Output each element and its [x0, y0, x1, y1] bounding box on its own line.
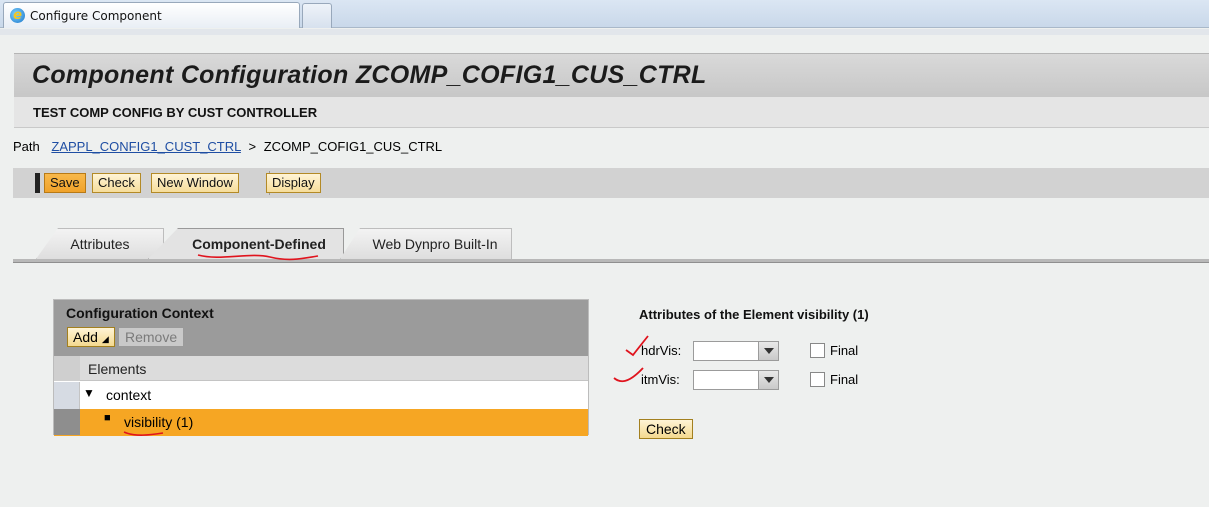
tree-node-label: visibility (1): [124, 414, 194, 430]
hdrvis-label: hdrVis:: [641, 343, 682, 358]
hdrvis-final-checkbox[interactable]: [810, 343, 825, 358]
tab-component-defined-label: Component-Defined: [192, 236, 326, 252]
browser-e-icon: e: [10, 8, 25, 23]
toolbar: Save Check New Window Display: [13, 168, 1209, 198]
configuration-context-panel: Configuration Context Add ◢ Remove Eleme…: [53, 299, 589, 436]
elements-column-label: Elements: [88, 361, 147, 377]
tab-underline-bar: [13, 259, 1209, 263]
new-tab-button[interactable]: [302, 3, 332, 28]
panel-header: Configuration Context Add ◢ Remove: [54, 300, 588, 356]
display-button[interactable]: Display: [266, 173, 321, 193]
tree-row-visibility[interactable]: ■ visibility (1): [54, 409, 588, 436]
itmvis-dropdown[interactable]: [693, 370, 779, 390]
hdrvis-dropdown[interactable]: [693, 341, 779, 361]
toolbar-grip: [35, 173, 40, 193]
itmvis-final-label: Final: [830, 372, 859, 387]
tab-web-dynpro-built-in-label: Web Dynpro Built-In: [372, 236, 498, 252]
tab-attributes-label: Attributes: [70, 236, 130, 252]
breadcrumb-link[interactable]: ZAPPL_CONFIG1_CUST_CTRL: [51, 139, 241, 154]
page-title: Component Configuration ZCOMP_COFIG1_CUS…: [32, 61, 707, 89]
breadcrumb: Path ZAPPL_CONFIG1_CUST_CTRL > ZCOMP_COF…: [13, 139, 442, 154]
add-menu-arrow-icon: ◢: [101, 334, 109, 344]
attributes-title: Attributes of the Element visibility (1): [639, 307, 869, 322]
breadcrumb-current: ZCOMP_COFIG1_CUS_CTRL: [263, 139, 443, 154]
panel-title: Configuration Context: [66, 305, 214, 321]
row-selector[interactable]: [54, 382, 80, 409]
hdrvis-final-label: Final: [830, 343, 859, 358]
tab-web-dynpro-built-in[interactable]: Web Dynpro Built-In: [340, 228, 512, 259]
new-window-button[interactable]: New Window: [151, 173, 239, 193]
tab-component-defined[interactable]: Component-Defined: [148, 228, 344, 259]
remove-button: Remove: [118, 327, 185, 347]
page-subtitle: TEST COMP CONFIG BY CUST CONTROLLER: [33, 105, 318, 120]
dropdown-arrow-icon[interactable]: [758, 342, 778, 360]
add-button[interactable]: Add ◢: [67, 327, 115, 347]
browser-tab-strip: e Configure Component: [0, 0, 1209, 28]
tab-attributes[interactable]: Attributes: [36, 228, 164, 259]
page-header: Component Configuration ZCOMP_COFIG1_CUS…: [14, 53, 1209, 97]
itmvis-final-checkbox[interactable]: [810, 372, 825, 387]
add-button-label: Add: [73, 329, 98, 345]
browser-tab[interactable]: e Configure Component: [3, 2, 300, 28]
save-button[interactable]: Save: [44, 173, 86, 193]
top-strip: [0, 29, 1209, 35]
bullet-icon: ■: [104, 412, 111, 424]
page-subheader: TEST COMP CONFIG BY CUST CONTROLLER: [14, 97, 1209, 128]
breadcrumb-separator: >: [248, 139, 257, 154]
tree-row-context[interactable]: ▼ context: [54, 382, 588, 409]
dropdown-arrow-icon[interactable]: [758, 371, 778, 389]
itmvis-label: itmVis:: [641, 372, 680, 387]
browser-tab-title: Configure Component: [30, 8, 162, 23]
check-annotation-itmvis: [613, 367, 644, 383]
form-check-button[interactable]: Check: [639, 419, 693, 439]
select-all-cell[interactable]: [54, 356, 80, 381]
row-selector[interactable]: [54, 409, 80, 435]
check-button[interactable]: Check: [92, 173, 141, 193]
collapse-arrow-icon[interactable]: ▼: [83, 386, 95, 400]
elements-column-header: Elements: [54, 356, 588, 381]
breadcrumb-label: Path: [13, 139, 40, 154]
tree-node-label: context: [106, 387, 152, 403]
